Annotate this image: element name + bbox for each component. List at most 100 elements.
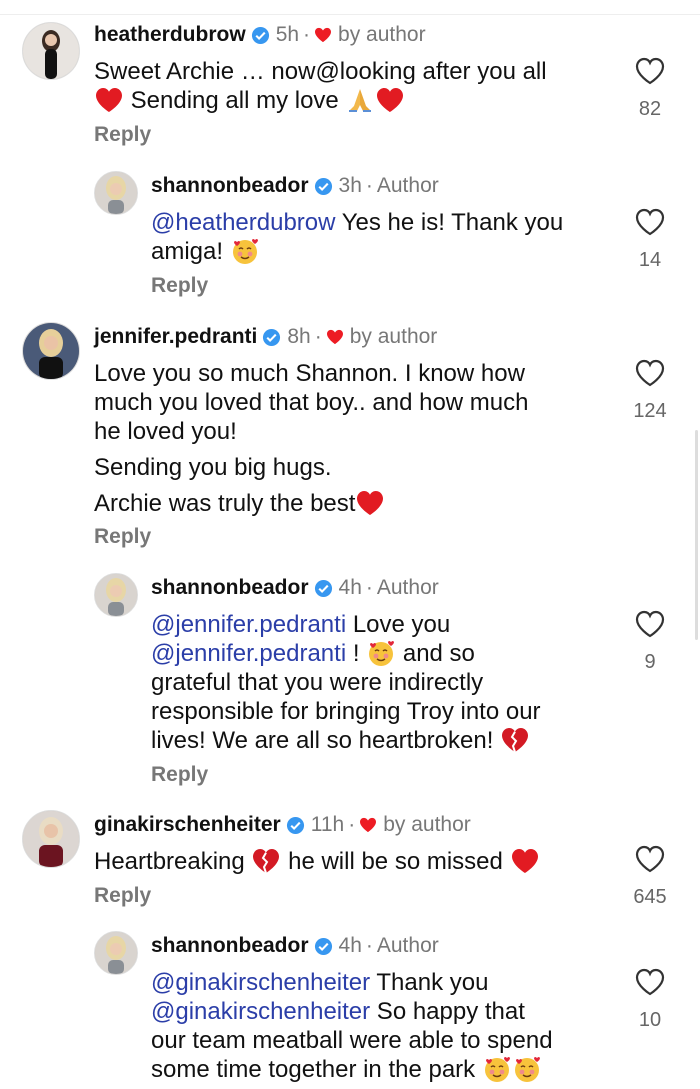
red-heart-emoji-icon	[357, 491, 384, 515]
text-line: @ginakirschenheiter So happy that	[151, 997, 611, 1026]
liked-by-author-label: by author	[349, 325, 438, 348]
avatar[interactable]	[22, 322, 80, 380]
mention-link[interactable]: @ginakirschenheiter	[151, 969, 370, 996]
username[interactable]: ginakirschenheiter	[94, 812, 281, 838]
text-line: grateful that you were indirectly	[151, 668, 611, 697]
text-line: @jennifer.pedranti ! and so	[151, 639, 611, 668]
liked-by-author-heart-icon	[315, 27, 332, 43]
text-line: lives! We are all so heartbroken!	[151, 726, 611, 755]
mention-link[interactable]: @jennifer.pedranti	[151, 640, 346, 667]
verified-badge-icon	[314, 579, 332, 597]
separator: ·	[348, 813, 356, 836]
paragraph: Sending you big hugs.	[94, 453, 614, 482]
top-divider	[0, 14, 700, 15]
timestamp: 4h	[338, 576, 362, 599]
username[interactable]: jennifer.pedranti	[94, 324, 257, 350]
heart-outline-icon[interactable]	[634, 56, 666, 86]
reply-button[interactable]: Reply	[94, 884, 614, 908]
timestamp: 3h	[338, 174, 362, 197]
liked-by-author-heart-icon	[360, 817, 377, 833]
text-line: Archie was truly the best	[94, 490, 356, 517]
text-line: @heatherdubrow Yes he is! Thank you	[151, 208, 611, 237]
timestamp: 8h	[287, 325, 311, 348]
mention-link[interactable]: @heatherdubrow	[151, 209, 335, 236]
text-line: Love you so much Shannon. I know how	[94, 360, 525, 387]
heart-outline-icon[interactable]	[634, 358, 666, 388]
avatar[interactable]	[94, 573, 138, 617]
like-count: 10	[638, 1009, 662, 1031]
heart-outline-icon[interactable]	[634, 967, 666, 997]
verified-badge-icon	[251, 26, 269, 44]
text-segment: he will be so missed	[281, 848, 510, 875]
text-segment: amiga!	[151, 238, 230, 265]
paragraph: Love you so much Shannon. I know how muc…	[94, 359, 614, 446]
author-tag: Author	[376, 174, 439, 197]
timestamp: 4h	[338, 934, 362, 957]
reply-button[interactable]: Reply	[94, 525, 614, 549]
avatar[interactable]	[94, 931, 138, 975]
text-segment: Thank you	[370, 969, 489, 996]
text-line: he loved you!	[94, 418, 237, 445]
reply-button[interactable]: Reply	[151, 274, 611, 298]
username[interactable]: shannonbeador	[151, 933, 309, 959]
username[interactable]: shannonbeador	[151, 173, 309, 199]
avatar[interactable]	[22, 22, 80, 80]
mention-link[interactable]: @ginakirschenheiter	[151, 998, 370, 1025]
like-count: 82	[638, 98, 662, 120]
text-segment: So happy that	[370, 998, 525, 1025]
text-line: Sweet Archie … now@looking after you all	[94, 57, 614, 86]
liked-by-author-label: by author	[383, 813, 471, 836]
smiling-hearts-emoji-icon	[232, 239, 258, 264]
verified-badge-icon	[314, 937, 332, 955]
reply-button[interactable]: Reply	[151, 763, 611, 787]
text-line: some time together in the park	[151, 1055, 611, 1084]
username[interactable]: heatherdubrow	[94, 22, 246, 48]
text-segment: Sweet Archie … now@looking after you all	[94, 58, 547, 85]
like-count: 645	[633, 886, 667, 908]
text-line: Sending you big hugs.	[94, 454, 332, 481]
avatar[interactable]	[22, 810, 80, 868]
text-line: Sending all my love	[94, 86, 614, 115]
comment-text: @ginakirschenheiter Thank you @ginakirsch…	[151, 968, 611, 1084]
timestamp: 11h	[310, 813, 345, 836]
text-segment: grateful that you were indirectly	[151, 669, 484, 696]
separator: ·	[365, 174, 373, 197]
comment-text: Heartbreaking he will be so missed	[94, 847, 614, 876]
red-heart-emoji-icon	[96, 88, 122, 112]
smiling-hearts-emoji-icon	[369, 641, 395, 666]
reply-button[interactable]: Reply	[94, 123, 614, 147]
text-segment: Love you	[346, 611, 451, 638]
verified-badge-icon	[314, 177, 332, 195]
text-line: our team meatball were able to spend	[151, 1026, 611, 1055]
scrollbar[interactable]	[695, 430, 698, 640]
text-segment: lives! We are all so heartbroken!	[151, 727, 501, 754]
text-segment: some time together in the park	[151, 1056, 482, 1083]
avatar[interactable]	[94, 171, 138, 215]
text-line: @ginakirschenheiter Thank you	[151, 968, 611, 997]
separator: ·	[365, 576, 373, 599]
smiling-hearts-emoji-icon	[514, 1057, 540, 1082]
folded-hands-emoji-icon	[349, 89, 372, 112]
mention-link[interactable]: @jennifer.pedranti	[151, 611, 346, 638]
paragraph: Archie was truly the best	[94, 489, 614, 518]
text-segment: !	[346, 640, 367, 667]
author-tag: Author	[376, 576, 439, 599]
heart-outline-icon[interactable]	[634, 609, 666, 639]
text-line: @jennifer.pedranti Love you	[151, 610, 611, 639]
like-count: 124	[633, 400, 667, 422]
separator: ·	[303, 23, 311, 46]
like-count: 14	[638, 249, 662, 271]
comment-text: @jennifer.pedranti Love you @jennifer.ped…	[151, 610, 611, 755]
smiling-hearts-emoji-icon	[484, 1057, 510, 1082]
verified-badge-icon	[286, 816, 304, 834]
verified-badge-icon	[263, 328, 281, 346]
comment-text: @heatherdubrow Yes he is! Thank you amiga…	[151, 208, 611, 266]
text-segment: and so	[396, 640, 475, 667]
text-segment: responsible for bringing Troy into our	[151, 698, 541, 725]
text-line: Heartbreaking he will be so missed	[94, 847, 614, 876]
username[interactable]: shannonbeador	[151, 575, 309, 601]
heart-outline-icon[interactable]	[634, 844, 666, 874]
text-segment: our team meatball were able to spend	[151, 1027, 553, 1054]
heart-outline-icon[interactable]	[634, 207, 666, 237]
text-segment: Heartbreaking	[94, 848, 252, 875]
